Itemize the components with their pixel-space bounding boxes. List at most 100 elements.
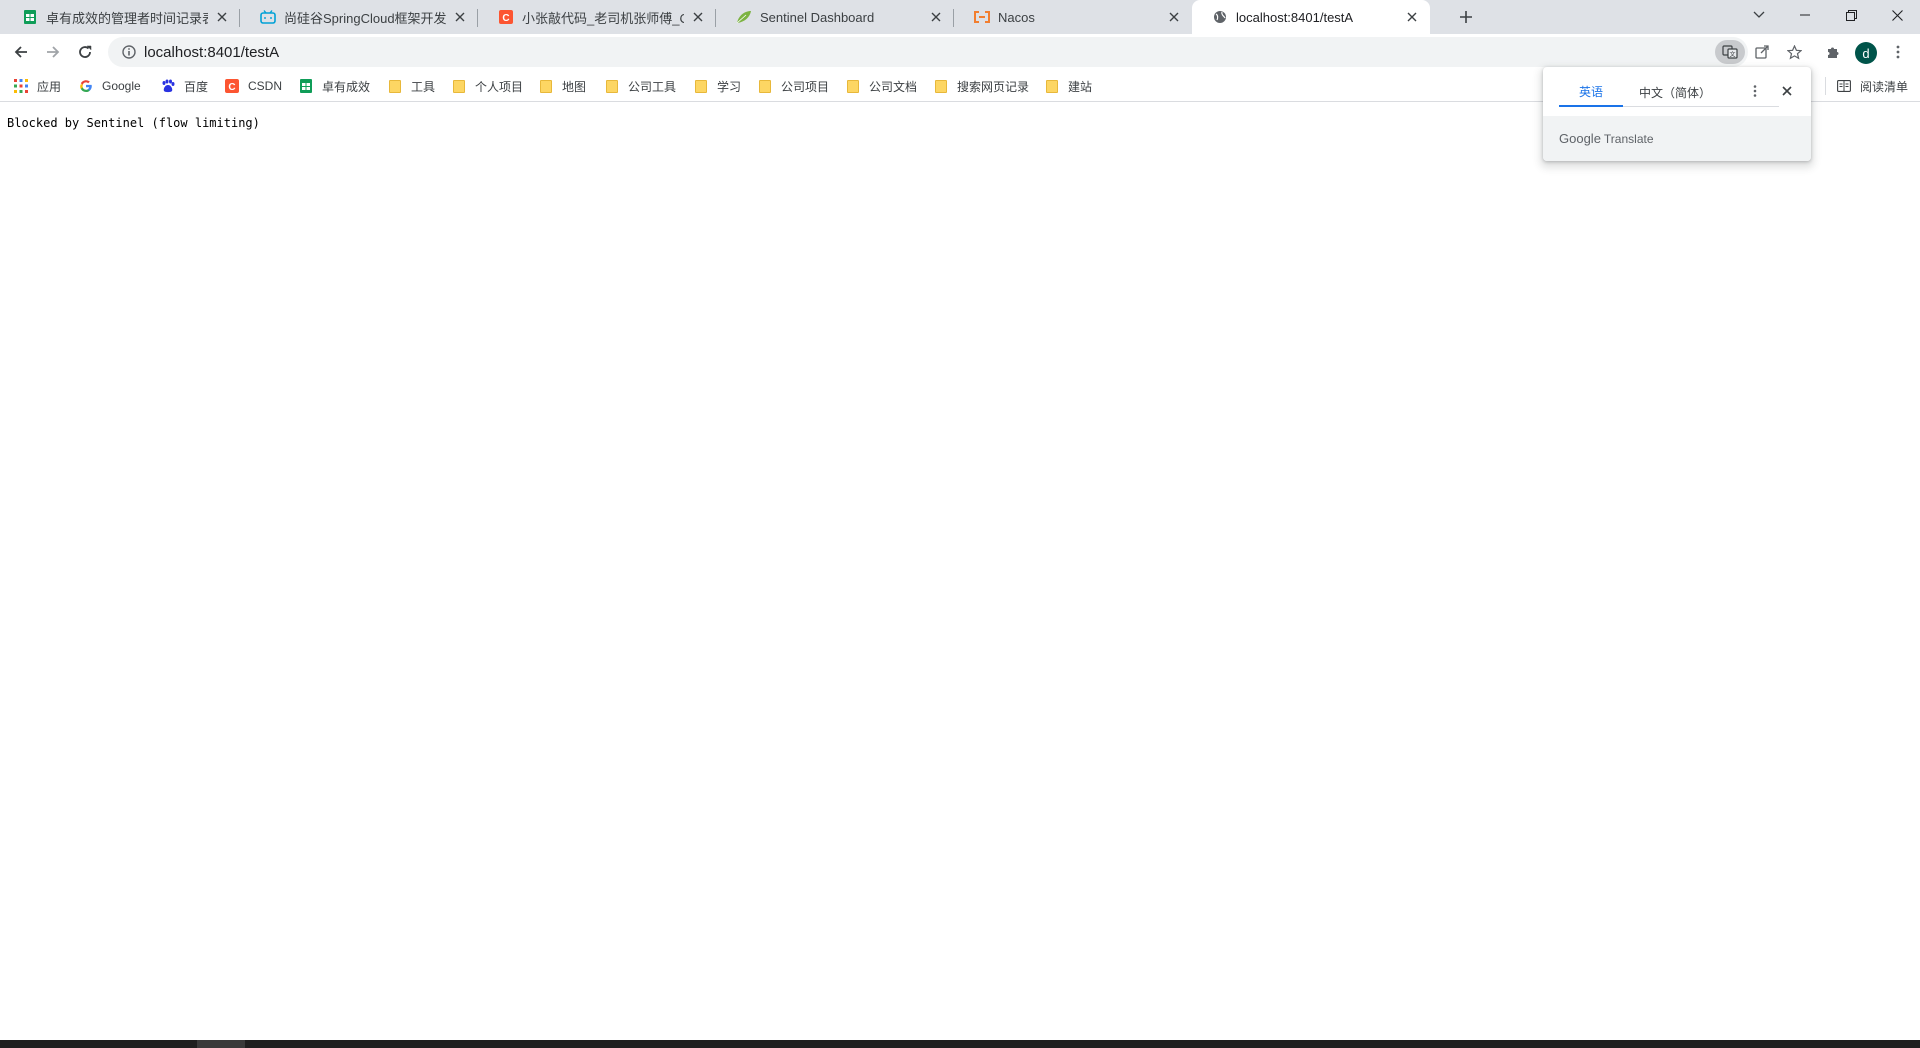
tab-sheets[interactable]: 卓有成效的管理者时间记录表 - 金 [2,0,240,34]
reload-button[interactable] [71,38,99,66]
translate-brand-text: Translate [1603,131,1654,146]
svg-text:C: C [502,13,509,24]
bilibili-icon [260,9,276,25]
bookmark-zhuoyouchengxiao[interactable]: 卓有成效 [298,76,370,96]
bookmark-csdn[interactable]: C CSDN [224,76,282,96]
bookmark-label: Google [102,79,141,93]
close-icon[interactable] [1775,79,1799,103]
baidu-icon [160,78,176,94]
minimize-button[interactable] [1782,0,1828,30]
google-icon [78,78,94,94]
csdn-icon: C [498,9,514,25]
menu-kebab-icon[interactable] [1884,37,1912,67]
nacos-icon [974,9,990,25]
svg-text:C: C [228,82,235,93]
tab-title: localhost:8401/testA [1236,9,1354,25]
tab-bilibili[interactable]: 尚硅谷SpringCloud框架开发教程 [240,0,478,34]
sheets-icon [22,9,38,25]
tab-localhost[interactable]: localhost:8401/testA [1192,0,1430,34]
bookmark-label: 工具 [411,79,436,94]
new-tab-button[interactable] [1454,5,1478,29]
bookmark-folder-site-building[interactable]: 建站 [1044,76,1092,96]
toolbar: localhost:8401/testA 文 d [0,34,1920,70]
tab-title: 卓有成效的管理者时间记录表 - 金 [46,10,208,26]
svg-text:文: 文 [1729,51,1735,59]
folder-icon [693,78,709,94]
translate-popup: 英语 中文（简体） Google Translate [1543,67,1811,161]
tab-strip: 卓有成效的管理者时间记录表 - 金 尚硅谷SpringCloud框架开发教程 C… [0,0,1920,34]
reading-list-icon [1836,78,1852,94]
csdn-icon: C [224,78,240,94]
bookmark-label: 建站 [1068,79,1093,94]
bookmark-label: 个人项目 [475,79,524,94]
page-body-text: Blocked by Sentinel (flow limiting) [7,116,260,130]
close-icon[interactable] [928,9,944,25]
sheets-icon [298,78,314,94]
bookmark-folder-company-tools[interactable]: 公司工具 [604,76,676,96]
tab-source-language[interactable]: 英语 [1559,77,1623,107]
profile-avatar[interactable]: d [1855,42,1877,64]
globe-icon [1212,9,1228,25]
folder-icon [604,78,620,94]
google-brand-text: Google [1559,131,1601,146]
close-window-button[interactable] [1874,0,1920,30]
bookmark-folder-company-projects[interactable]: 公司项目 [757,76,829,96]
folder-icon [757,78,773,94]
bookmark-label: 应用 [37,79,62,94]
close-icon[interactable] [214,9,230,25]
more-options-icon[interactable] [1743,79,1767,103]
bookmark-star-icon[interactable] [1780,37,1808,67]
bookmark-folder-company-docs[interactable]: 公司文档 [845,76,917,96]
folder-icon [451,78,467,94]
translate-icon[interactable]: 文 [1715,40,1745,64]
bookmark-label: 学习 [717,79,742,94]
bookmark-label: 公司项目 [781,79,830,94]
folder-icon [538,78,554,94]
bookmark-apps[interactable]: 应用 [13,76,61,96]
tab-title: Nacos [998,9,1035,25]
bookmark-label: 百度 [184,79,209,94]
close-icon[interactable] [1404,9,1420,25]
bookmark-folder-personal-projects[interactable]: 个人项目 [451,76,523,96]
tab-search-button[interactable] [1736,0,1782,30]
tab-title: 小张敲代码_老司机张师傅_CSDN [522,10,684,26]
bookmark-label: 公司工具 [628,79,677,94]
site-info-icon[interactable] [114,37,144,67]
tab-target-language[interactable]: 中文（简体） [1623,77,1727,107]
folder-icon [933,78,949,94]
folder-icon [845,78,861,94]
restore-button[interactable] [1828,0,1874,30]
forward-button[interactable] [39,38,67,66]
close-icon[interactable] [452,9,468,25]
share-icon[interactable] [1748,37,1776,67]
bookmark-label: CSDN [248,79,283,93]
tab-sentinel[interactable]: Sentinel Dashboard [716,0,954,34]
address-bar[interactable]: localhost:8401/testA [108,37,1748,67]
tab-title: 尚硅谷SpringCloud框架开发教程 [284,10,446,26]
folder-icon [387,78,403,94]
bookmark-label: 公司文档 [869,79,918,94]
tab-title: Sentinel Dashboard [760,9,875,25]
bookmark-folder-map[interactable]: 地图 [538,76,586,96]
close-icon[interactable] [1166,9,1182,25]
folder-icon [1044,78,1060,94]
back-button[interactable] [7,38,35,66]
reading-list-button[interactable]: 阅读清单 [1824,76,1908,96]
bookmark-folder-search-history[interactable]: 搜索网页记录 [933,76,1029,96]
bookmark-google[interactable]: Google [78,76,141,96]
translate-footer: Google Translate [1543,116,1811,161]
os-taskbar [0,1040,1920,1048]
reading-list-label: 阅读清单 [1859,79,1908,94]
bookmark-label: 搜索网页记录 [957,79,1030,94]
bookmark-baidu[interactable]: 百度 [160,76,208,96]
url-text: localhost:8401/testA [144,43,280,61]
bookmark-folder-tools[interactable]: 工具 [387,76,435,96]
tab-nacos[interactable]: Nacos [954,0,1192,34]
bookmark-label: 卓有成效 [322,79,371,94]
apps-grid-icon [13,78,29,94]
tab-csdn[interactable]: C 小张敲代码_老司机张师傅_CSDN [478,0,716,34]
taskbar-active-app[interactable] [197,1040,245,1048]
close-icon[interactable] [690,9,706,25]
extensions-puzzle-icon[interactable] [1819,37,1847,67]
bookmark-folder-study[interactable]: 学习 [693,76,741,96]
